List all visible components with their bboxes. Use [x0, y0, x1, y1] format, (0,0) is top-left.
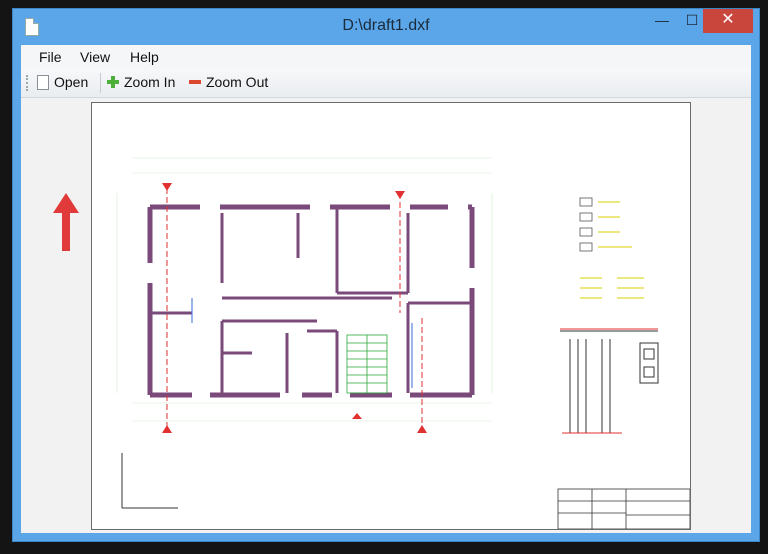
menu-bar: File View Help	[21, 45, 751, 69]
zoom-in-label: Zoom In	[124, 74, 176, 90]
zoom-out-button[interactable]: Zoom Out	[189, 74, 275, 92]
client-area: File View Help Open Zoom In Zoom Out	[21, 45, 751, 533]
menu-file[interactable]: File	[39, 49, 62, 65]
toolbar: Open Zoom In Zoom Out	[21, 69, 751, 98]
close-icon: ✕	[721, 11, 735, 28]
toolbar-grip[interactable]	[26, 75, 31, 91]
menu-help[interactable]: Help	[130, 49, 159, 65]
annotation-arrow-icon	[53, 193, 79, 251]
zoom-out-label: Zoom Out	[206, 74, 269, 90]
open-label: Open	[54, 74, 89, 90]
minus-icon	[189, 80, 201, 84]
app-window: D:\draft1.dxf — ☐ ✕ File View Help Open …	[12, 8, 760, 542]
maximize-icon: ☐	[685, 12, 699, 28]
document-icon	[37, 75, 49, 90]
minimize-icon: —	[655, 12, 669, 28]
drawing-canvas[interactable]	[21, 98, 751, 533]
plus-icon	[107, 76, 119, 88]
minimize-button[interactable]: —	[647, 9, 677, 33]
zoom-in-button[interactable]: Zoom In	[107, 74, 179, 92]
close-button[interactable]: ✕	[703, 9, 753, 33]
title-bar[interactable]: D:\draft1.dxf — ☐ ✕	[13, 9, 759, 45]
drawing-sheet	[91, 102, 691, 530]
menu-view[interactable]: View	[80, 49, 110, 65]
toolbar-separator	[100, 73, 101, 93]
floor-plan-drawing	[116, 157, 691, 530]
open-button[interactable]: Open	[37, 74, 99, 92]
